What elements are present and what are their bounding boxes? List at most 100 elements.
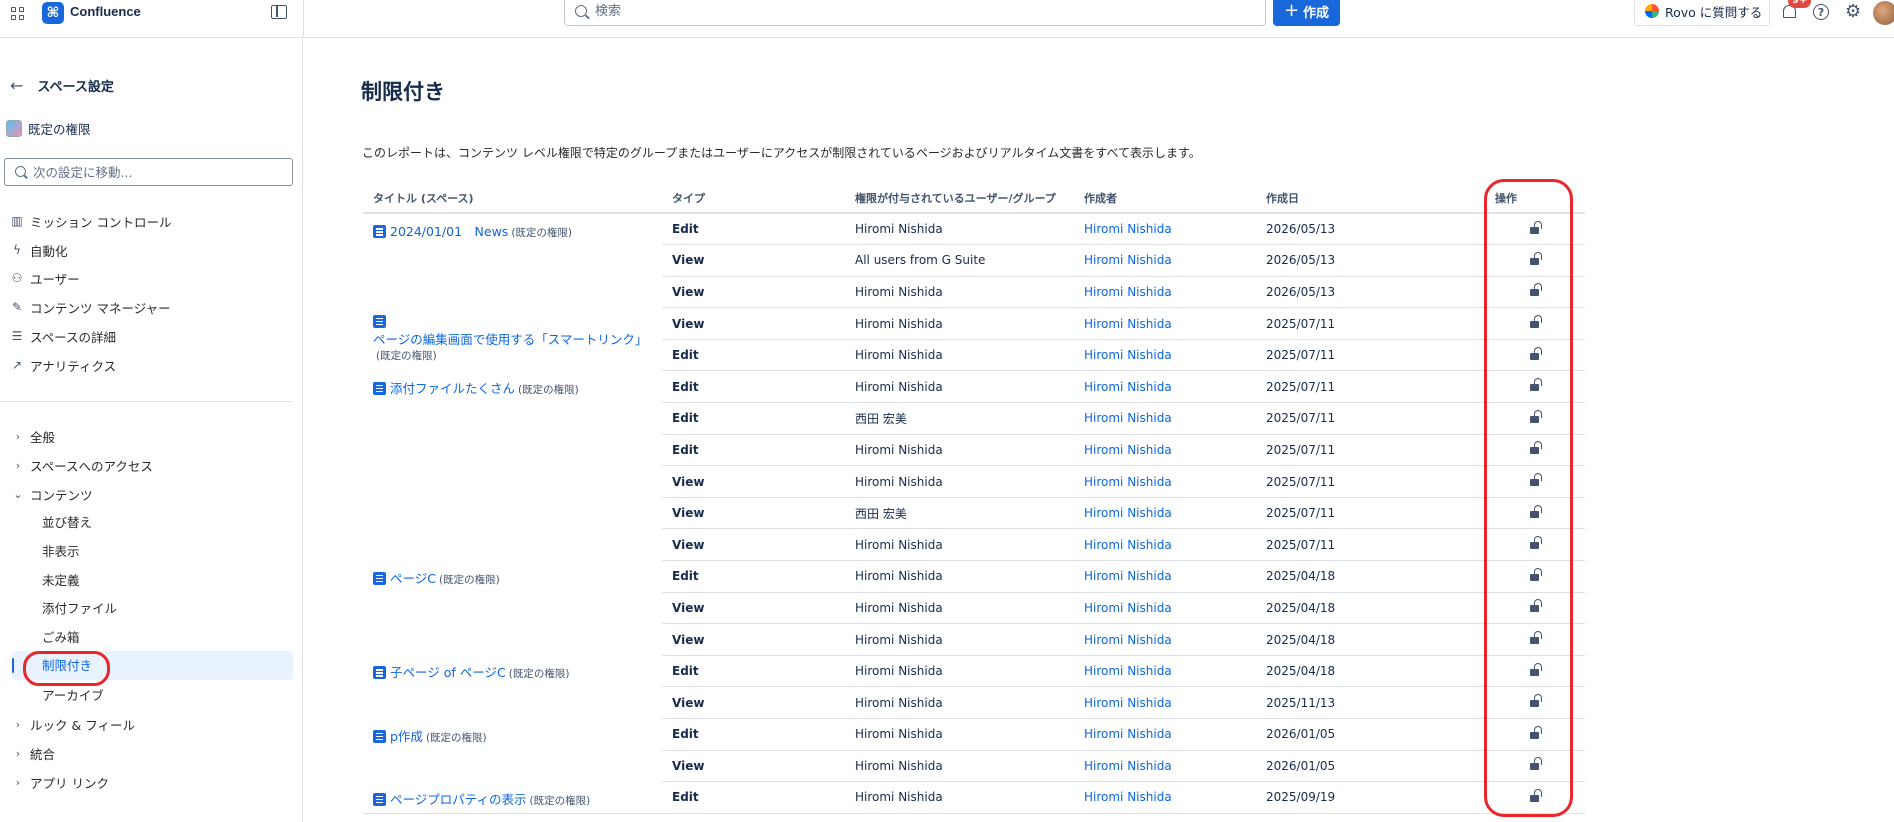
permitted-user: 西田 宏美 — [845, 402, 1074, 435]
title-cell: ページの編集画面で使用する「スマートリンク」 (既定の権限) — [363, 308, 662, 371]
table-row: ページプロパティの表示 (既定の権限) Edit Hiromi Nishida Hiro… — [363, 781, 1585, 814]
sidebar-item-label: スペースの詳細 — [30, 329, 117, 345]
confluence-logo-icon[interactable]: ⌘ — [42, 2, 64, 24]
creator-link[interactable]: Hiromi Nishida — [1074, 213, 1256, 246]
sidebar-item-users[interactable]: ⚇ ユーザー — [10, 268, 80, 288]
user-avatar[interactable] — [1873, 1, 1894, 25]
creator-link[interactable]: Hiromi Nishida — [1074, 623, 1256, 656]
page-title-link[interactable]: 子ページ of ページC — [390, 665, 506, 680]
creator-link[interactable]: Hiromi Nishida — [1074, 592, 1256, 625]
permission-type: Edit — [662, 655, 845, 688]
page-title-link[interactable]: ページプロパティの表示 — [390, 792, 527, 807]
sidebar-header: スペース設定 — [37, 80, 114, 95]
settings-search[interactable] — [4, 158, 293, 186]
column-header-creator[interactable]: 作成者 — [1074, 184, 1256, 214]
chevron-right-icon: › — [15, 458, 21, 472]
sidebar-item-reorder[interactable]: 並び替え — [42, 513, 92, 533]
table-row: p作成 (既定の権限) Edit Hiromi Nishida Hiromi Nishi… — [363, 718, 1585, 751]
column-header-permitted[interactable]: 権限が付与されているユーザー/グループ — [845, 184, 1074, 214]
title-cell: p作成 (既定の権限) — [363, 719, 662, 782]
space-name-suffix: (既定の権限) — [529, 794, 591, 807]
creator-link[interactable]: Hiromi Nishida — [1074, 750, 1256, 783]
search-input[interactable] — [595, 1, 1235, 21]
page-title-link[interactable]: ページC — [390, 571, 436, 586]
column-header-title[interactable]: タイトル (スペース) — [363, 184, 662, 214]
page-title-link[interactable]: 添付ファイルたくさん — [390, 381, 515, 396]
content-manager-icon: ✎ — [11, 300, 23, 314]
sidebar-divider — [0, 401, 292, 402]
people-icon: ⚇ — [11, 271, 23, 285]
sidebar-item-attachments[interactable]: 添付ファイル — [42, 599, 117, 619]
sidebar-item-space-details[interactable]: ☰ スペースの詳細 — [10, 326, 116, 346]
permission-type: View — [662, 307, 845, 340]
title-cell: 2024/01/01 News (既定の権限) — [363, 213, 662, 308]
creator-link[interactable]: Hiromi Nishida — [1074, 718, 1256, 751]
sidebar-item-undefined[interactable]: 未定義 — [42, 571, 80, 591]
help-icon[interactable]: ? — [1813, 4, 1829, 20]
creator-link[interactable]: Hiromi Nishida — [1074, 434, 1256, 467]
ask-rovo-button[interactable]: Rovo に質問する — [1634, 0, 1770, 26]
sidebar-item-mission-control[interactable]: ▥ ミッション コントロール — [10, 211, 171, 231]
sidebar-item-hidden[interactable]: 非表示 — [42, 542, 80, 562]
settings-search-input[interactable] — [33, 163, 283, 181]
sidebar-item-label: アプリ リンク — [30, 775, 109, 791]
sidebar-item-app-links[interactable]: › アプリ リンク — [12, 772, 109, 792]
creator-link[interactable]: Hiromi Nishida — [1074, 497, 1256, 530]
sidebar-item-general[interactable]: › 全般 — [12, 426, 55, 446]
permitted-user: Hiromi Nishida — [845, 781, 1074, 814]
creator-link[interactable]: Hiromi Nishida — [1074, 560, 1256, 593]
current-space[interactable]: 既定の権限 — [6, 119, 91, 138]
permission-type: View — [662, 750, 845, 783]
sidebar-collapse-icon[interactable] — [271, 5, 287, 19]
permission-type: View — [662, 244, 845, 277]
creator-link[interactable]: Hiromi Nishida — [1074, 370, 1256, 404]
app-name[interactable]: Confluence — [70, 4, 141, 19]
page-title-link[interactable]: 2024/01/01 News — [390, 224, 508, 239]
creator-link[interactable]: Hiromi Nishida — [1074, 781, 1256, 814]
app-switcher-icon[interactable] — [10, 6, 30, 26]
page-title: 制限付き — [361, 80, 445, 104]
sidebar-item-analytics[interactable]: ↗ アナリティクス — [10, 355, 116, 375]
sidebar-item-trash[interactable]: ごみ箱 — [42, 628, 80, 648]
creator-link[interactable]: Hiromi Nishida — [1074, 339, 1256, 372]
global-search[interactable] — [564, 0, 1266, 26]
creator-link[interactable]: Hiromi Nishida — [1074, 307, 1256, 340]
lightning-icon: ϟ — [13, 243, 21, 257]
creator-link[interactable]: Hiromi Nishida — [1074, 465, 1256, 498]
creator-link[interactable]: Hiromi Nishida — [1074, 528, 1256, 562]
sidebar-item-integrations[interactable]: › 統合 — [12, 743, 55, 763]
selected-indicator — [12, 658, 14, 673]
title-cell: 子ページ of ページC (既定の権限) — [363, 655, 662, 718]
search-icon — [575, 5, 587, 17]
sidebar-item-content[interactable]: ⌄ コンテンツ — [12, 484, 93, 504]
sidebar-item-look-and-feel[interactable]: › ルック & フィール — [12, 714, 135, 734]
creator-link[interactable]: Hiromi Nishida — [1074, 244, 1256, 277]
page-icon — [373, 225, 386, 238]
sidebar-item-label: コンテンツ — [30, 487, 93, 503]
arrow-left-icon: ← — [10, 76, 24, 95]
highlight-circle-actions — [1484, 179, 1573, 817]
column-header-type[interactable]: タイプ — [662, 184, 845, 214]
created-date: 2025/07/11 — [1256, 434, 1485, 467]
permitted-user: Hiromi Nishida — [845, 718, 1074, 751]
creator-link[interactable]: Hiromi Nishida — [1074, 655, 1256, 688]
back-to-space[interactable]: ← スペース設定 — [10, 76, 114, 95]
creator-link[interactable]: Hiromi Nishida — [1074, 276, 1256, 309]
sidebar-item-space-access[interactable]: › スペースへのアクセス — [12, 455, 153, 475]
sidebar-item-content-manager[interactable]: ✎ コンテンツ マネージャー — [10, 297, 171, 317]
creator-link[interactable]: Hiromi Nishida — [1074, 686, 1256, 719]
permission-type: Edit — [662, 339, 845, 372]
permitted-user: Hiromi Nishida — [845, 465, 1074, 498]
sidebar-item-archive[interactable]: アーカイブ — [42, 686, 104, 706]
permission-type: View — [662, 686, 845, 719]
column-header-created[interactable]: 作成日 — [1256, 184, 1485, 214]
sidebar-item-automation[interactable]: ϟ 自動化 — [10, 240, 67, 260]
settings-gear-icon[interactable]: ⚙ — [1845, 3, 1863, 21]
page-title-link[interactable]: p作成 — [390, 729, 423, 744]
create-button[interactable]: + 作成 — [1273, 0, 1340, 26]
creator-link[interactable]: Hiromi Nishida — [1074, 402, 1256, 435]
permission-type: View — [662, 497, 845, 530]
permission-type: View — [662, 623, 845, 656]
page-title-link[interactable]: ページの編集画面で使用する「スマートリンク」 — [373, 332, 647, 347]
created-date: 2025/07/11 — [1256, 528, 1485, 562]
